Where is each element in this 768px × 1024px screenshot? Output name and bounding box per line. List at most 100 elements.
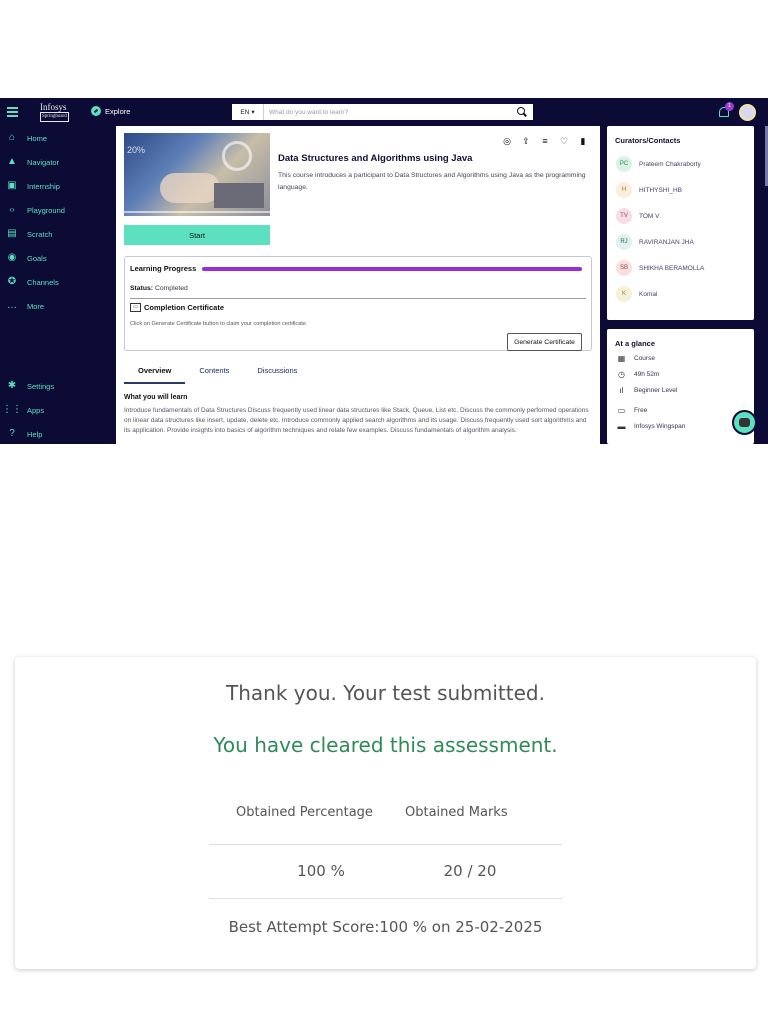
course-main-panel: 20% ◎ ⇪ ≡ ♡ ▮ Data Structures and Algori… (116, 126, 600, 444)
search-input[interactable] (264, 105, 511, 119)
glance-item-label: 49h 52m (634, 371, 660, 378)
course-title: Data Structures and Algorithms using Jav… (278, 153, 473, 164)
status-value: Completed (154, 285, 188, 292)
divider (130, 298, 586, 299)
glance-item-label: Free (634, 407, 648, 414)
sidebar-item-label: Navigator (27, 157, 60, 167)
language-select[interactable]: EN ▾ (232, 104, 264, 120)
level-icon: ıl (619, 386, 624, 395)
thumbnail-overlay-text: 20% (127, 145, 146, 155)
course-thumbnail: 20% (124, 133, 270, 216)
sidebar-item-apps[interactable]: ⋮⋮ Apps (2, 404, 45, 416)
tab-contents[interactable]: Contents (185, 367, 243, 384)
sidebar-item-channels[interactable]: ✪ Channels (6, 276, 59, 288)
thumbnail-graphic (160, 173, 220, 203)
sidebar-item-navigator[interactable]: ▲ Navigator (6, 156, 59, 168)
playlist-add-icon[interactable]: ≡ (540, 136, 550, 146)
curator-item[interactable]: SB SHIKHA BERAMOLLA (616, 260, 704, 276)
what-you-will-learn-text: Introduce fundamentals of Data Structure… (124, 407, 589, 434)
apps-grid-icon: ⋮⋮ (2, 404, 22, 415)
heart-icon[interactable]: ♡ (559, 136, 569, 146)
sidebar-item-label: Internship (27, 181, 60, 191)
sidebar-item-label: Playground (27, 205, 65, 215)
status-label: Status: (130, 285, 154, 292)
certificate-note: Click on Generate Certificate button to … (130, 321, 306, 327)
divider (209, 844, 562, 845)
grid-icon: ▦ (617, 354, 626, 363)
menu-icon[interactable] (7, 107, 18, 117)
user-avatar[interactable] (739, 104, 756, 121)
caret-down-icon: ▾ (251, 109, 255, 116)
sidebar-item-home[interactable]: ⌂ Home (6, 132, 47, 144)
comment-icon[interactable]: ▮ (578, 136, 588, 146)
curator-item[interactable]: PC Prateem Chakraborty (616, 156, 701, 172)
help-icon: ? (9, 428, 15, 439)
briefcase-icon: ▣ (7, 180, 17, 191)
curators-panel: Curators/Contacts PC Prateem Chakraborty… (607, 126, 754, 320)
code-icon: ‹› (9, 205, 15, 214)
at-a-glance-heading: At a glance (615, 339, 656, 348)
top-bar: Infosys Springboard Explore EN ▾ 1 (0, 98, 768, 126)
infosys-logo[interactable]: Infosys Springboard (40, 103, 69, 122)
curator-name: Prateem Chakraborty (639, 160, 701, 168)
curator-avatar: TV (616, 208, 632, 224)
curator-avatar: PC (616, 156, 632, 172)
generate-certificate-button[interactable]: Generate Certificate (507, 333, 582, 351)
assessment-result-card: Thank you. Your test submitted. You have… (15, 657, 756, 969)
sidebar-item-label: Goals (27, 253, 47, 263)
target-icon: ◉ (7, 252, 17, 263)
search-icon[interactable] (511, 104, 533, 120)
what-you-will-learn-heading: What you will learn (124, 394, 188, 401)
sidebar-item-scratch[interactable]: ▤ Scratch (6, 228, 52, 240)
chatbot-icon[interactable] (732, 410, 757, 435)
thumbnail-graphic (222, 141, 252, 171)
curator-item[interactable]: H HITHYSHI_HB (616, 182, 682, 198)
tab-discussions[interactable]: Discussions (243, 367, 311, 384)
curator-avatar: K (616, 286, 632, 302)
explore-label: Explore (105, 106, 131, 116)
channels-icon: ✪ (7, 276, 17, 287)
sidebar-item-goals[interactable]: ◉ Goals (6, 252, 47, 264)
sidebar-item-internship[interactable]: ▣ Internship (6, 180, 60, 192)
thumbnail-graphic (214, 183, 264, 208)
sidebar-item-more[interactable]: … More (6, 300, 44, 312)
gear-icon: ✱ (7, 380, 17, 391)
glance-item-label: Infosys Wingspan (634, 423, 686, 430)
cleared-message: You have cleared this assessment. (213, 733, 558, 757)
curator-name: HITHYSHI_HB (639, 186, 682, 194)
sidebar-item-label: Home (27, 133, 48, 143)
sidebar-item-playground[interactable]: ‹› Playground (6, 204, 65, 216)
sidebar-item-label: Channels (27, 277, 59, 287)
obtained-percentage-value: 100 % (297, 862, 345, 880)
glance-item-label: Beginner Level (634, 387, 678, 394)
curator-avatar: H (616, 182, 632, 198)
glance-item: ◷ 49h 52m (617, 370, 659, 379)
sidebar-item-settings[interactable]: ✱ Settings (6, 380, 54, 392)
glance-item: ▦ Course (617, 354, 655, 363)
share-icon[interactable]: ⇪ (521, 136, 531, 146)
curator-avatar: RJ (616, 234, 632, 250)
sidebar-item-label: Settings (27, 381, 55, 391)
curator-name: Komal (639, 290, 658, 298)
clock-icon: ◷ (618, 370, 625, 379)
glance-item-label: Course (634, 355, 655, 362)
learning-progress-fill (202, 267, 582, 271)
curator-item[interactable]: TV TOM V (616, 208, 659, 224)
sidebar: ⌂ Home ▲ Navigator ▣ Internship ‹› Playg… (0, 126, 115, 444)
navigator-icon: ▲ (7, 156, 17, 167)
status-line: Status: Completed (130, 285, 188, 292)
curator-item[interactable]: RJ RAVIRANJAN JHA (616, 234, 694, 250)
start-button[interactable]: Start (124, 225, 270, 245)
obtained-marks-value: 20 / 20 (443, 862, 497, 880)
curator-avatar: SB (616, 260, 632, 276)
curator-name: TOM V (639, 212, 660, 220)
tab-overview[interactable]: Overview (124, 367, 186, 384)
sidebar-item-label: Apps (27, 405, 45, 415)
sidebar-item-help[interactable]: ? Help (6, 428, 42, 440)
course-actions: ◎ ⇪ ≡ ♡ ▮ (502, 136, 588, 146)
explore-button[interactable]: Explore (91, 106, 130, 116)
home-icon: ⌂ (8, 132, 16, 143)
target-icon[interactable]: ◎ (502, 136, 512, 146)
course-tabs: Overview Contents Discussions (124, 367, 311, 384)
curator-item[interactable]: K Komal (616, 286, 657, 302)
